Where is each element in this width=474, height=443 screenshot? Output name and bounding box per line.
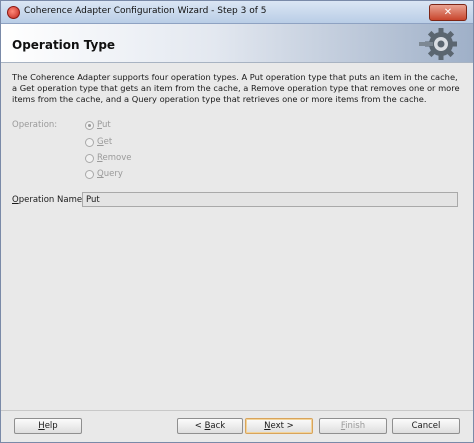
app-icon [7, 6, 20, 19]
finish-button[interactable]: Finish [319, 418, 387, 434]
back-button[interactable]: < Back [177, 418, 243, 434]
radio-button[interactable] [85, 153, 94, 163]
radio-put[interactable]: Put [85, 119, 111, 131]
cancel-button[interactable]: Cancel [392, 418, 460, 434]
radio-button[interactable] [85, 137, 94, 147]
radio-label-query: Query [97, 169, 123, 179]
radio-button[interactable] [85, 169, 94, 179]
operation-name-field[interactable] [82, 192, 458, 207]
radio-query[interactable]: Query [85, 168, 123, 180]
help-button[interactable]: Help [14, 418, 82, 434]
next-button[interactable]: Next > [245, 418, 313, 434]
radio-label-put: Put [97, 120, 111, 130]
page-title: Operation Type [12, 38, 116, 52]
radio-remove[interactable]: Remove [85, 152, 132, 164]
operation-description: The Coherence Adapter supports four oper… [12, 72, 460, 104]
radio-get[interactable]: Get [85, 136, 112, 148]
operation-name-label: Operation Name: [12, 195, 85, 205]
wizard-window: Coherence Adapter Configuration Wizard -… [0, 0, 474, 443]
footer-divider [1, 410, 473, 411]
close-button[interactable]: ✕ [429, 4, 467, 21]
title-bar[interactable]: Coherence Adapter Configuration Wizard -… [1, 1, 473, 24]
window-title: Coherence Adapter Configuration Wizard -… [24, 6, 267, 16]
wizard-header: Operation Type [1, 24, 473, 63]
radio-label-get: Get [97, 137, 113, 147]
operation-label: Operation: [12, 120, 58, 130]
radio-label-remove: Remove [97, 153, 132, 163]
radio-button-selected[interactable] [85, 120, 94, 130]
gear-icon [419, 28, 457, 60]
